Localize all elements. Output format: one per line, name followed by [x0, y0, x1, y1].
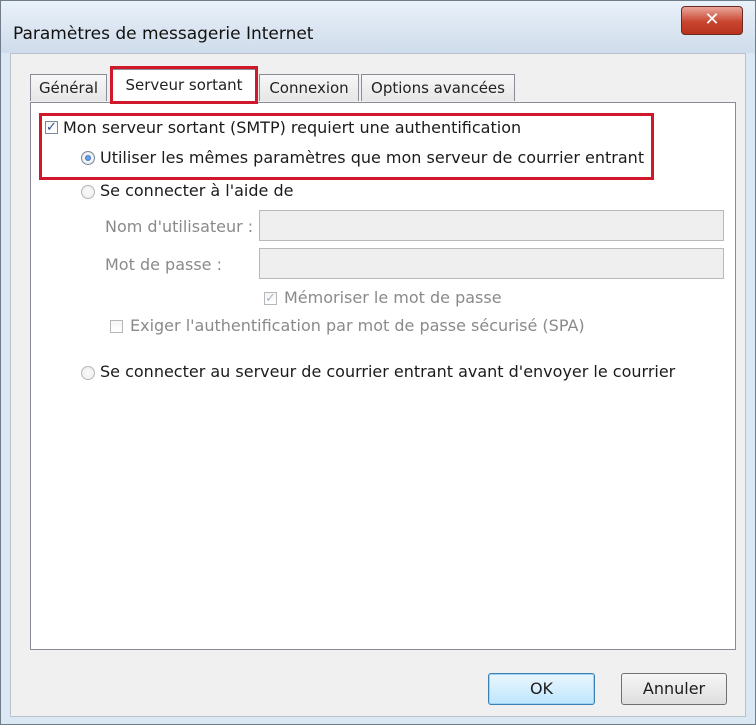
password-label: Mot de passe : [105, 255, 222, 274]
connect-incoming-radio[interactable] [81, 366, 95, 380]
window-title: Paramètres de messagerie Internet [13, 24, 314, 44]
smtp-highlight-box [39, 113, 654, 180]
spa-checkbox[interactable] [110, 320, 123, 333]
title-bar[interactable]: Paramètres de messagerie Internet ✕ [1, 1, 755, 53]
tab-connexion-label: Connexion [269, 79, 349, 97]
ok-button-label: OK [529, 679, 554, 698]
remember-password-checkbox[interactable]: ✓ [264, 292, 277, 305]
tab-connexion[interactable]: Connexion [259, 74, 359, 101]
tab-general[interactable]: Général [30, 74, 107, 101]
tab-options-avancees[interactable]: Options avancées [361, 74, 515, 101]
password-field[interactable] [259, 248, 724, 279]
tab-options-avancees-label: Options avancées [371, 79, 505, 97]
cancel-button[interactable]: Annuler [621, 673, 727, 705]
remember-password-label: Mémoriser le mot de passe [284, 288, 502, 307]
ok-button[interactable]: OK [488, 673, 595, 705]
cancel-button-label: Annuler [642, 679, 706, 698]
connect-with-radio[interactable] [81, 185, 95, 199]
username-field[interactable] [259, 210, 724, 241]
close-icon: ✕ [704, 9, 720, 30]
close-button[interactable]: ✕ [681, 6, 743, 35]
username-label: Nom d'utilisateur : [105, 217, 254, 236]
tab-highlight-box [110, 66, 258, 104]
connect-incoming-label: Se connecter au serveur de courrier entr… [100, 362, 676, 381]
tab-general-label: Général [38, 79, 99, 97]
connect-with-label: Se connecter à l'aide de [100, 181, 294, 200]
check-icon: ✓ [265, 291, 276, 306]
spa-label: Exiger l'authentification par mot de pas… [130, 316, 585, 335]
